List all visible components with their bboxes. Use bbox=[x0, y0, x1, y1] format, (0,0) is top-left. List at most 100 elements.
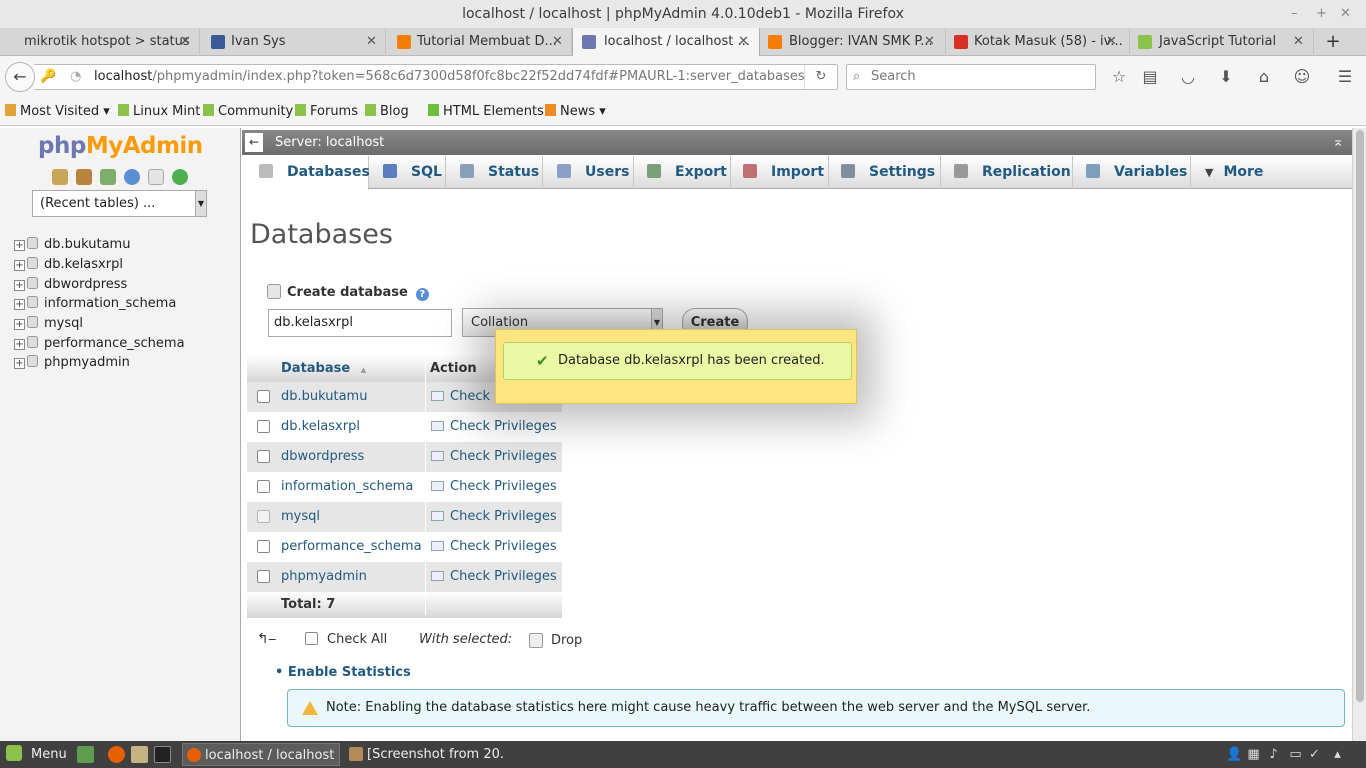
tab-replication[interactable]: Replication bbox=[941, 156, 1073, 189]
start-menu-button[interactable]: Menu bbox=[6, 741, 67, 768]
query-window-icon[interactable] bbox=[100, 169, 116, 185]
chat-icon[interactable]: ☺ bbox=[1292, 67, 1312, 87]
database-link[interactable]: information_schema bbox=[281, 472, 413, 502]
tab-close-icon[interactable]: ✕ bbox=[366, 28, 377, 56]
wifi-icon[interactable]: ▴ bbox=[1330, 747, 1345, 762]
bookmark-html-elements[interactable]: HTML Elements bbox=[428, 103, 544, 121]
database-link[interactable]: db.bukutamu bbox=[281, 382, 367, 412]
tab-ivan-sys[interactable]: Ivan Sys ✕ bbox=[200, 28, 386, 56]
bookmark-blog[interactable]: Blog bbox=[365, 103, 409, 121]
maximize-button[interactable]: + bbox=[1316, 0, 1327, 28]
help-icon[interactable]: ? bbox=[415, 288, 429, 301]
page-scrollbar[interactable] bbox=[1352, 128, 1366, 741]
enable-statistics-link[interactable]: • Enable Statistics bbox=[275, 664, 411, 682]
tab-sql[interactable]: SQL bbox=[369, 156, 446, 189]
nav-db-label[interactable]: dbwordpress bbox=[44, 277, 127, 292]
drop-icon[interactable] bbox=[529, 633, 543, 648]
expand-icon[interactable]: + bbox=[14, 358, 25, 369]
close-window-button[interactable]: ✕ bbox=[1340, 0, 1351, 28]
database-link[interactable]: dbwordpress bbox=[281, 442, 364, 472]
nav-db-label[interactable]: db.bukutamu bbox=[44, 237, 130, 252]
check-privileges-link[interactable]: Check Privileges bbox=[431, 412, 557, 442]
pocket-icon[interactable]: ◡ bbox=[1178, 67, 1198, 87]
database-link[interactable]: db.kelasxrpl bbox=[281, 412, 360, 442]
nav-db-label[interactable]: mysql bbox=[44, 316, 83, 331]
reading-list-icon[interactable]: ▤ bbox=[1140, 67, 1160, 87]
drop-button[interactable]: Drop bbox=[551, 631, 582, 651]
nav-db-item[interactable]: + db.kelasxrpl bbox=[14, 256, 123, 274]
files-icon[interactable] bbox=[131, 746, 148, 763]
volume-icon[interactable]: ♪ bbox=[1266, 747, 1281, 762]
bookmark-forums[interactable]: Forums bbox=[295, 103, 358, 121]
nav-db-label[interactable]: information_schema bbox=[44, 296, 176, 311]
help-icon[interactable] bbox=[124, 169, 140, 185]
site-identity-icon[interactable]: 🔑 bbox=[40, 65, 56, 89]
database-name-input[interactable]: db.kelasxrpl bbox=[268, 309, 452, 337]
database-link[interactable]: phpmyadmin bbox=[281, 562, 367, 592]
url-bar[interactable]: 🔑 ◔ localhost/phpmyadmin/index.php?token… bbox=[34, 64, 838, 90]
tab-users[interactable]: Users bbox=[543, 156, 634, 189]
nav-db-item[interactable]: + mysql bbox=[14, 315, 83, 333]
nav-db-item[interactable]: + dbwordpress bbox=[14, 276, 127, 294]
check-privileges-link[interactable]: Check Privileges bbox=[431, 532, 557, 562]
taskbar-task-firefox[interactable]: localhost / localhost ... bbox=[182, 743, 340, 766]
logout-icon[interactable] bbox=[76, 169, 92, 185]
expand-icon[interactable]: + bbox=[14, 260, 25, 271]
nav-db-label[interactable]: performance_schema bbox=[44, 336, 185, 351]
expand-icon[interactable]: + bbox=[14, 339, 25, 350]
bookmark-linux-mint[interactable]: Linux Mint bbox=[118, 103, 200, 121]
check-privileges-link[interactable]: Check Privileges bbox=[431, 502, 557, 532]
expand-icon[interactable]: + bbox=[14, 240, 25, 251]
collapse-navigation-button[interactable]: ← bbox=[245, 133, 263, 152]
tab-variables[interactable]: Variables bbox=[1073, 156, 1191, 189]
enable-statistics-label[interactable]: Enable Statistics bbox=[288, 665, 411, 680]
documentation-icon[interactable] bbox=[148, 169, 164, 185]
hamburger-menu-icon[interactable]: ☰ bbox=[1335, 67, 1355, 87]
terminal-icon[interactable] bbox=[154, 746, 171, 763]
tab-close-icon[interactable]: ✕ bbox=[552, 28, 563, 56]
shield-icon[interactable]: ✓ bbox=[1307, 747, 1322, 762]
phpmyadmin-logo[interactable]: phpMyAdmin bbox=[38, 133, 203, 159]
tab-mikrotik[interactable]: mikrotik hotspot > status ✕ bbox=[0, 28, 200, 56]
scrollbar-thumb[interactable] bbox=[1356, 130, 1364, 702]
tab-close-icon[interactable]: ✕ bbox=[924, 28, 935, 56]
new-tab-button[interactable]: + bbox=[1324, 28, 1342, 56]
downloads-icon[interactable]: ⬇ bbox=[1216, 67, 1236, 87]
tab-phpmyadmin[interactable]: localhost / localhost ... ✕ bbox=[572, 28, 760, 57]
expand-icon[interactable]: + bbox=[14, 280, 25, 291]
tab-gmail[interactable]: Kotak Masuk (58) - iv... ✕ bbox=[946, 28, 1130, 56]
tab-close-icon[interactable]: ✕ bbox=[738, 28, 749, 56]
network-icon[interactable]: ▦ bbox=[1246, 747, 1261, 762]
tab-more[interactable]: ▼ More bbox=[1191, 156, 1271, 189]
tab-close-icon[interactable]: ✕ bbox=[180, 28, 191, 56]
reload-icon[interactable]: ↻ bbox=[804, 65, 837, 89]
tab-tutorial[interactable]: Tutorial Membuat D... ✕ bbox=[386, 28, 572, 56]
user-icon[interactable]: 👤 bbox=[1226, 747, 1242, 762]
tab-settings[interactable]: Settings bbox=[829, 156, 941, 189]
row-checkbox[interactable] bbox=[257, 570, 270, 583]
database-link[interactable]: performance_schema bbox=[281, 532, 422, 562]
expand-icon[interactable]: + bbox=[14, 299, 25, 310]
nav-db-item[interactable]: + information_schema bbox=[14, 295, 176, 313]
row-checkbox[interactable] bbox=[257, 420, 270, 433]
search-box[interactable]: ⌕ Search bbox=[846, 64, 1096, 90]
page-info-icon[interactable]: ◔ bbox=[70, 65, 81, 89]
back-button[interactable]: ← bbox=[5, 62, 35, 92]
show-desktop-icon[interactable] bbox=[77, 746, 94, 763]
check-privileges-link[interactable]: Check Privileges bbox=[431, 442, 557, 472]
row-checkbox[interactable] bbox=[257, 480, 270, 493]
minimize-button[interactable]: – bbox=[1291, 0, 1298, 28]
check-all-label[interactable]: Check All bbox=[327, 630, 387, 650]
tab-databases[interactable]: Databases bbox=[245, 156, 370, 190]
check-privileges-link[interactable]: Check Privileges bbox=[431, 472, 557, 502]
bookmark-most-visited[interactable]: Most Visited ▾ bbox=[5, 103, 110, 121]
tab-javascript[interactable]: JavaScript Tutorial ✕ bbox=[1130, 28, 1314, 56]
check-privileges-link[interactable]: Check Privileges bbox=[431, 562, 557, 592]
nav-db-item[interactable]: + db.bukutamu bbox=[14, 236, 130, 254]
bookmark-community[interactable]: Community bbox=[203, 103, 293, 121]
collapse-top-icon[interactable]: ⌅ bbox=[1332, 130, 1344, 155]
taskbar-task-screenshot[interactable]: [Screenshot from 20... bbox=[345, 743, 505, 766]
tab-close-icon[interactable]: ✕ bbox=[1106, 28, 1117, 56]
check-all-checkbox[interactable] bbox=[305, 632, 318, 645]
nav-db-item[interactable]: + phpmyadmin bbox=[14, 354, 130, 372]
